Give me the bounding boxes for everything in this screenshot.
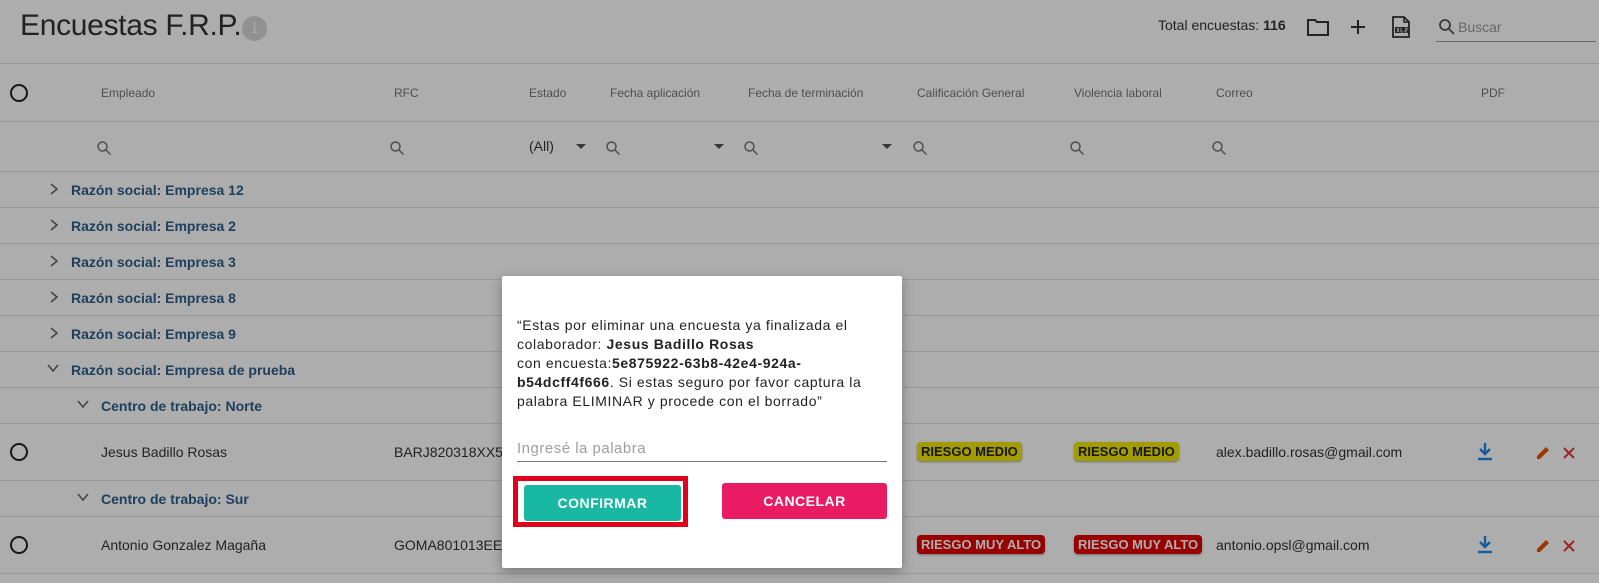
dialog-message: “Estas por eliminar una encuesta ya fina… — [517, 316, 889, 411]
dialog-message-part2: con encuesta: — [517, 355, 612, 371]
dialog-employee-name: Jesus Badillo Rosas — [606, 336, 755, 352]
cancel-button[interactable]: CANCELAR — [722, 483, 887, 519]
confirm-word-input[interactable] — [517, 436, 887, 462]
delete-confirm-dialog: “Estas por eliminar una encuesta ya fina… — [502, 276, 902, 568]
confirm-button[interactable]: CONFIRMAR — [524, 485, 681, 521]
page: Encuestas F.R.P. i Total encuestas: 116 … — [0, 0, 1599, 583]
